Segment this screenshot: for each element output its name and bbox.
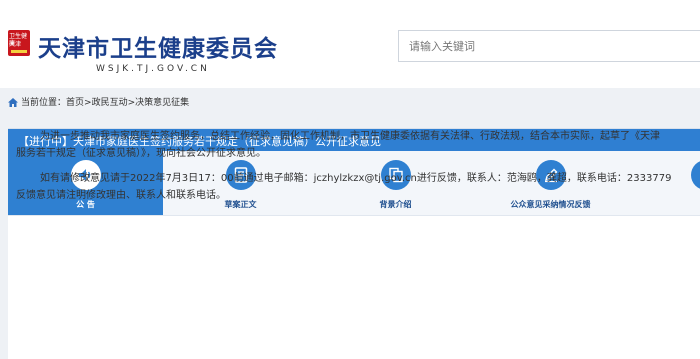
home-icon — [8, 98, 18, 107]
breadcrumb-home[interactable]: 首页 — [66, 98, 84, 108]
breadcrumb-label: 当前位置： — [21, 98, 66, 108]
breadcrumb: 当前位置：首页>政民互动>决策意见征集 — [8, 95, 189, 108]
notice-paragraph: 如有请修改意见请于2022年7月3日17：00前通过电子邮箱：jczhylzkz… — [16, 170, 696, 204]
site-header: 卫生健康 天津 天津市卫生健康委员会 WSJK.TJ.GOV.CN — [0, 0, 700, 88]
notice-content: 为进一步推动我市家庭医生签约服务，总结工作经验，固化工作机制，市卫生健康委依据有… — [16, 128, 696, 212]
notice-paragraph: 为进一步推动我市家庭医生签约服务，总结工作经验，固化工作机制，市卫生健康委依据有… — [16, 128, 696, 162]
site-title[interactable]: 天津市卫生健康委员会 — [38, 29, 278, 63]
breadcrumb-separator: > — [84, 98, 92, 108]
site-emblem-icon: 卫生健康 天津 — [8, 30, 30, 56]
search-box — [398, 30, 700, 62]
breadcrumb-current[interactable]: 决策意见征集 — [135, 98, 189, 108]
breadcrumb-interaction[interactable]: 政民互动 — [92, 98, 128, 108]
search-input[interactable] — [399, 31, 700, 61]
breadcrumb-separator: > — [128, 98, 136, 108]
site-domain: WSJK.TJ.GOV.CN — [96, 64, 210, 74]
